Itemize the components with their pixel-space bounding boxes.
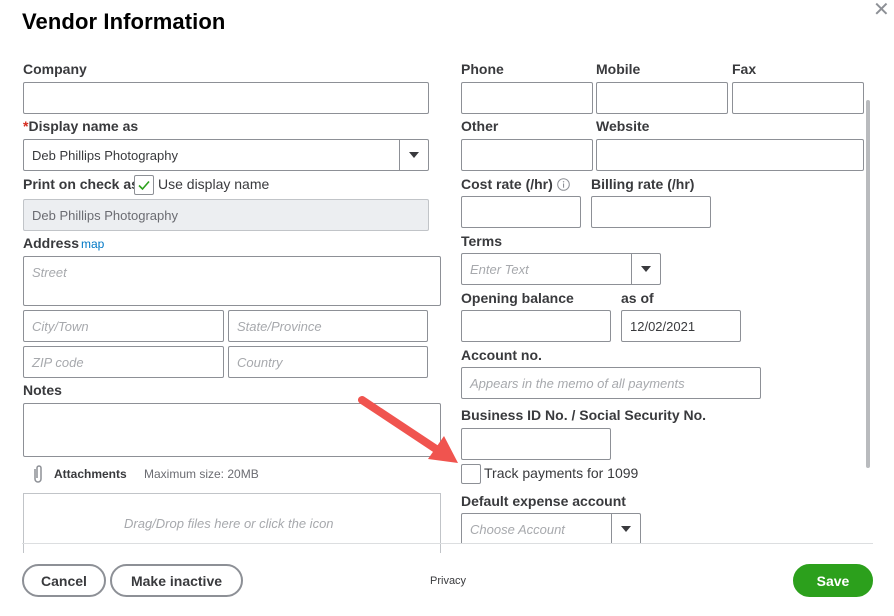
close-icon[interactable]: ✕ (873, 0, 890, 20)
street-placeholder: Street (32, 265, 67, 280)
info-icon[interactable] (557, 178, 570, 191)
terms-select[interactable]: Enter Text (461, 253, 661, 285)
print-on-check-input[interactable] (23, 199, 429, 231)
attachments-max-size: Maximum size: 20MB (144, 467, 259, 481)
terms-dropdown-button[interactable] (631, 254, 660, 284)
city-input[interactable]: City/Town (23, 310, 224, 342)
state-placeholder: State/Province (237, 319, 322, 334)
default-expense-select[interactable]: Choose Account (461, 513, 641, 544)
paperclip-icon[interactable] (32, 464, 44, 484)
billing-rate-input[interactable] (591, 196, 711, 228)
zip-input[interactable]: ZIP code (23, 346, 224, 378)
cost-rate-label: Cost rate (/hr) (461, 176, 553, 192)
track-1099-label: Track payments for 1099 (484, 465, 639, 481)
terms-label: Terms (461, 233, 502, 249)
display-name-label: Display name as (28, 118, 139, 134)
display-name-label-wrap: *Display name as (23, 118, 138, 134)
state-input[interactable]: State/Province (228, 310, 428, 342)
display-name-dropdown-button[interactable] (399, 140, 428, 170)
chevron-down-icon (409, 152, 419, 158)
cost-rate-input[interactable] (461, 196, 581, 228)
other-label: Other (461, 118, 499, 134)
fax-label: Fax (732, 61, 757, 77)
print-on-check-label: Print on check as (23, 176, 139, 192)
chevron-down-icon (641, 266, 651, 272)
company-label: Company (23, 61, 87, 77)
make-inactive-button[interactable]: Make inactive (110, 564, 243, 597)
default-expense-label: Default expense account (461, 493, 626, 509)
privacy-link[interactable]: Privacy (430, 575, 466, 587)
annotation-arrow-icon (358, 396, 458, 463)
use-display-name-checkbox[interactable] (134, 175, 154, 195)
other-input[interactable] (461, 139, 593, 171)
company-input[interactable] (23, 82, 429, 114)
use-display-name-label: Use display name (158, 176, 270, 192)
checkmark-icon (138, 180, 150, 191)
as-of-date-value: 12/02/2021 (630, 319, 696, 334)
notes-label: Notes (23, 382, 62, 398)
phone-label: Phone (461, 61, 504, 77)
chevron-down-icon (621, 526, 631, 532)
street-input[interactable]: Street (23, 256, 441, 306)
mobile-label: Mobile (596, 61, 641, 77)
address-label: Address (23, 235, 80, 251)
footer-divider (22, 543, 873, 544)
website-input[interactable] (596, 139, 864, 171)
map-link[interactable]: map (81, 237, 104, 251)
account-no-placeholder: Appears in the memo of all payments (470, 376, 685, 391)
mobile-input[interactable] (596, 82, 728, 114)
opening-balance-input[interactable] (461, 310, 611, 342)
dropzone-text: Drag/Drop files here or click the icon (124, 516, 334, 531)
account-no-label: Account no. (461, 347, 542, 363)
display-name-select[interactable]: Deb Phillips Photography (23, 139, 429, 171)
as-of-label: as of (621, 290, 654, 306)
dialog-title: Vendor Information (22, 9, 226, 34)
cancel-button[interactable]: Cancel (22, 564, 106, 597)
opening-balance-label: Opening balance (461, 290, 574, 306)
save-button[interactable]: Save (793, 564, 873, 597)
website-label: Website (596, 118, 650, 134)
attachments-label: Attachments (54, 467, 127, 481)
track-1099-checkbox[interactable] (461, 464, 481, 484)
business-id-input[interactable] (461, 428, 611, 460)
country-placeholder: Country (237, 355, 283, 370)
scrollbar-thumb[interactable] (866, 100, 870, 468)
business-id-label: Business ID No. / Social Security No. (461, 407, 707, 423)
default-expense-dropdown-button[interactable] (611, 514, 640, 544)
attachments-dropzone[interactable]: Drag/Drop files here or click the icon (23, 493, 441, 553)
as-of-date-input[interactable]: 12/02/2021 (621, 310, 741, 342)
phone-input[interactable] (461, 82, 593, 114)
display-name-value: Deb Phillips Photography (32, 148, 178, 163)
default-expense-placeholder: Choose Account (470, 522, 565, 537)
zip-placeholder: ZIP code (32, 355, 84, 370)
fax-input[interactable] (732, 82, 864, 114)
account-no-input[interactable]: Appears in the memo of all payments (461, 367, 761, 399)
country-input[interactable]: Country (228, 346, 428, 378)
default-expense-clip: Choose Account (461, 513, 641, 544)
terms-placeholder: Enter Text (470, 262, 529, 277)
city-placeholder: City/Town (32, 319, 89, 334)
billing-rate-label: Billing rate (/hr) (591, 176, 695, 192)
